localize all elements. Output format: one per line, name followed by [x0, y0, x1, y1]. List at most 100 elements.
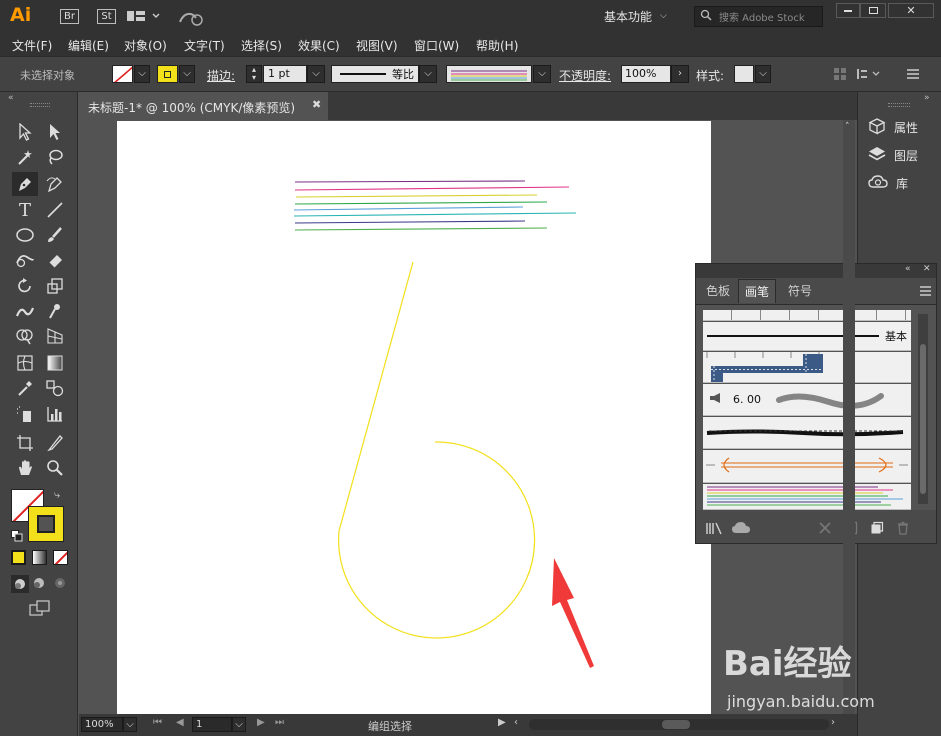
new-brush-icon[interactable] [870, 521, 884, 538]
layers-panel-button[interactable]: 图层 [868, 144, 918, 166]
artboard-tool-icon[interactable] [14, 432, 36, 454]
line-segment-tool-icon[interactable] [44, 199, 66, 221]
graphic-style-swatch[interactable] [734, 65, 754, 83]
type-tool-icon[interactable]: T [14, 199, 36, 221]
menu-view[interactable]: 视图(V) [356, 37, 398, 54]
libraries-panel-icon[interactable] [731, 521, 751, 538]
fill-dropdown[interactable]: ⌵ [134, 65, 150, 83]
curvature-tool-icon[interactable] [44, 173, 66, 195]
menu-type[interactable]: 文字(T) [184, 37, 225, 54]
brush-row-top[interactable] [703, 310, 911, 321]
menu-file[interactable]: 文件(F) [12, 37, 52, 54]
vertical-scrollbar[interactable]: ˄ ˅ [843, 120, 855, 714]
scale-tool-icon[interactable] [44, 275, 66, 297]
profile-dropdown[interactable]: ⌵ [419, 65, 437, 83]
color-mode-icon[interactable] [11, 550, 26, 565]
tab-swatches[interactable]: 色板 [700, 279, 736, 303]
workspace-switcher[interactable]: 基本功能 ⌵ [596, 4, 688, 28]
artboard[interactable] [117, 121, 711, 715]
panel-menu-icon[interactable] [920, 285, 932, 299]
gradient-tool-icon[interactable] [44, 352, 66, 374]
align-icon[interactable] [833, 67, 847, 84]
brush-row-basic[interactable]: 基本 [703, 322, 911, 351]
brush-lines-group[interactable] [293, 180, 577, 231]
perspective-grid-tool-icon[interactable] [44, 325, 66, 347]
opacity-expand-button[interactable]: › [671, 65, 689, 83]
variable-width-profile[interactable]: 等比 [331, 65, 419, 83]
menu-object[interactable]: 对象(O) [124, 37, 167, 54]
first-artboard-button[interactable]: ⏮ [153, 717, 162, 728]
menu-help[interactable]: 帮助(H) [476, 37, 518, 54]
collapse-panel-icon[interactable]: « [905, 264, 911, 274]
minimize-button[interactable] [836, 3, 860, 18]
style-dropdown[interactable]: ⌵ [755, 65, 771, 83]
eraser-tool-icon[interactable] [44, 249, 66, 271]
control-panel-menu-icon[interactable] [907, 68, 921, 83]
stroke-weight-input[interactable]: 1 pt [263, 65, 307, 83]
menu-window[interactable]: 窗口(W) [414, 37, 459, 54]
next-artboard-button[interactable]: ▶ [257, 717, 265, 728]
puppet-warp-tool-icon[interactable] [44, 300, 66, 322]
libraries-panel-button[interactable]: 库 [868, 172, 908, 194]
search-input[interactable]: 搜索 Adobe Stock [719, 9, 805, 24]
symbol-sprayer-tool-icon[interactable] [14, 403, 36, 425]
gpu-performance-icon[interactable] [178, 8, 204, 29]
bridge-button[interactable]: Br [60, 9, 79, 24]
direct-selection-tool-icon[interactable] [44, 121, 66, 143]
properties-panel-button[interactable]: 属性 [868, 116, 918, 138]
last-artboard-button[interactable]: ⏭ [275, 717, 284, 728]
stroke-color-swatch[interactable] [28, 506, 64, 542]
brush-row-charcoal[interactable] [703, 417, 911, 449]
menu-select[interactable]: 选择(S) [241, 37, 282, 54]
close-panel-icon[interactable]: ✕ [923, 264, 931, 274]
brush-list-scrollbar[interactable] [918, 314, 928, 504]
magic-wand-tool-icon[interactable] [14, 146, 36, 168]
stroke-label[interactable]: 描边: [207, 67, 235, 84]
mesh-tool-icon[interactable] [14, 352, 36, 374]
previous-artboard-button[interactable]: ◀ [176, 717, 184, 728]
artboard-number-field[interactable]: 1 [192, 717, 232, 732]
draw-inside-icon[interactable] [53, 576, 67, 593]
scroll-left-button[interactable]: ‹ [514, 717, 518, 728]
zoom-dropdown[interactable]: ⌵ [123, 717, 137, 732]
yellow-path[interactable] [337, 261, 536, 639]
pen-tool-icon[interactable] [12, 172, 38, 196]
panel-grip[interactable] [30, 103, 50, 107]
close-document-icon[interactable]: ✖ [312, 98, 321, 111]
draw-normal-icon[interactable] [11, 575, 29, 593]
tab-brushes[interactable]: 画笔 [738, 279, 776, 303]
stroke-weight-stepper[interactable]: ▴ ▾ [246, 65, 262, 83]
blend-tool-icon[interactable] [44, 377, 66, 399]
width-tool-icon[interactable] [14, 300, 36, 322]
brush-definition[interactable] [446, 65, 532, 83]
selection-tool-icon[interactable] [14, 121, 36, 143]
document-tab[interactable]: 未标题-1* @ 100% (CMYK/像素预览) ✖ [79, 92, 328, 120]
stroke-swatch[interactable] [157, 65, 178, 83]
stock-search-field[interactable]: 搜索 Adobe Stock [694, 6, 823, 27]
scroll-right-button[interactable]: › [831, 717, 835, 728]
none-mode-icon[interactable] [53, 550, 68, 565]
swap-fill-stroke-icon[interactable]: ⤷ [54, 488, 60, 502]
stroke-weight-dropdown[interactable]: ⌵ [307, 65, 325, 83]
arrange-documents-icon[interactable] [127, 10, 160, 22]
draw-behind-icon[interactable] [32, 576, 46, 593]
menu-effect[interactable]: 效果(C) [298, 37, 340, 54]
maximize-button[interactable] [860, 3, 886, 18]
dock-collapse-icon[interactable]: » [924, 93, 930, 103]
brush-row-multiline[interactable] [703, 484, 911, 510]
brush-row-arrow[interactable] [703, 450, 911, 483]
close-button[interactable]: ✕ [888, 3, 934, 18]
tab-symbols[interactable]: 符号 [780, 279, 820, 303]
slice-tool-icon[interactable] [44, 432, 66, 454]
hand-tool-icon[interactable] [14, 457, 36, 479]
shaper-tool-icon[interactable] [14, 249, 36, 271]
brush-row-pattern[interactable] [703, 352, 911, 383]
transform-options-icon[interactable] [856, 67, 882, 84]
default-colors-icon[interactable] [11, 530, 23, 545]
panel-collapse-icon[interactable]: « [8, 93, 14, 103]
brush-row-calligraphic[interactable]: 6. 00 [703, 384, 911, 416]
panel-titlebar[interactable]: « ✕ [696, 264, 936, 278]
rotate-tool-icon[interactable] [14, 275, 36, 297]
paintbrush-tool-icon[interactable] [44, 224, 66, 246]
column-graph-tool-icon[interactable] [44, 403, 66, 425]
